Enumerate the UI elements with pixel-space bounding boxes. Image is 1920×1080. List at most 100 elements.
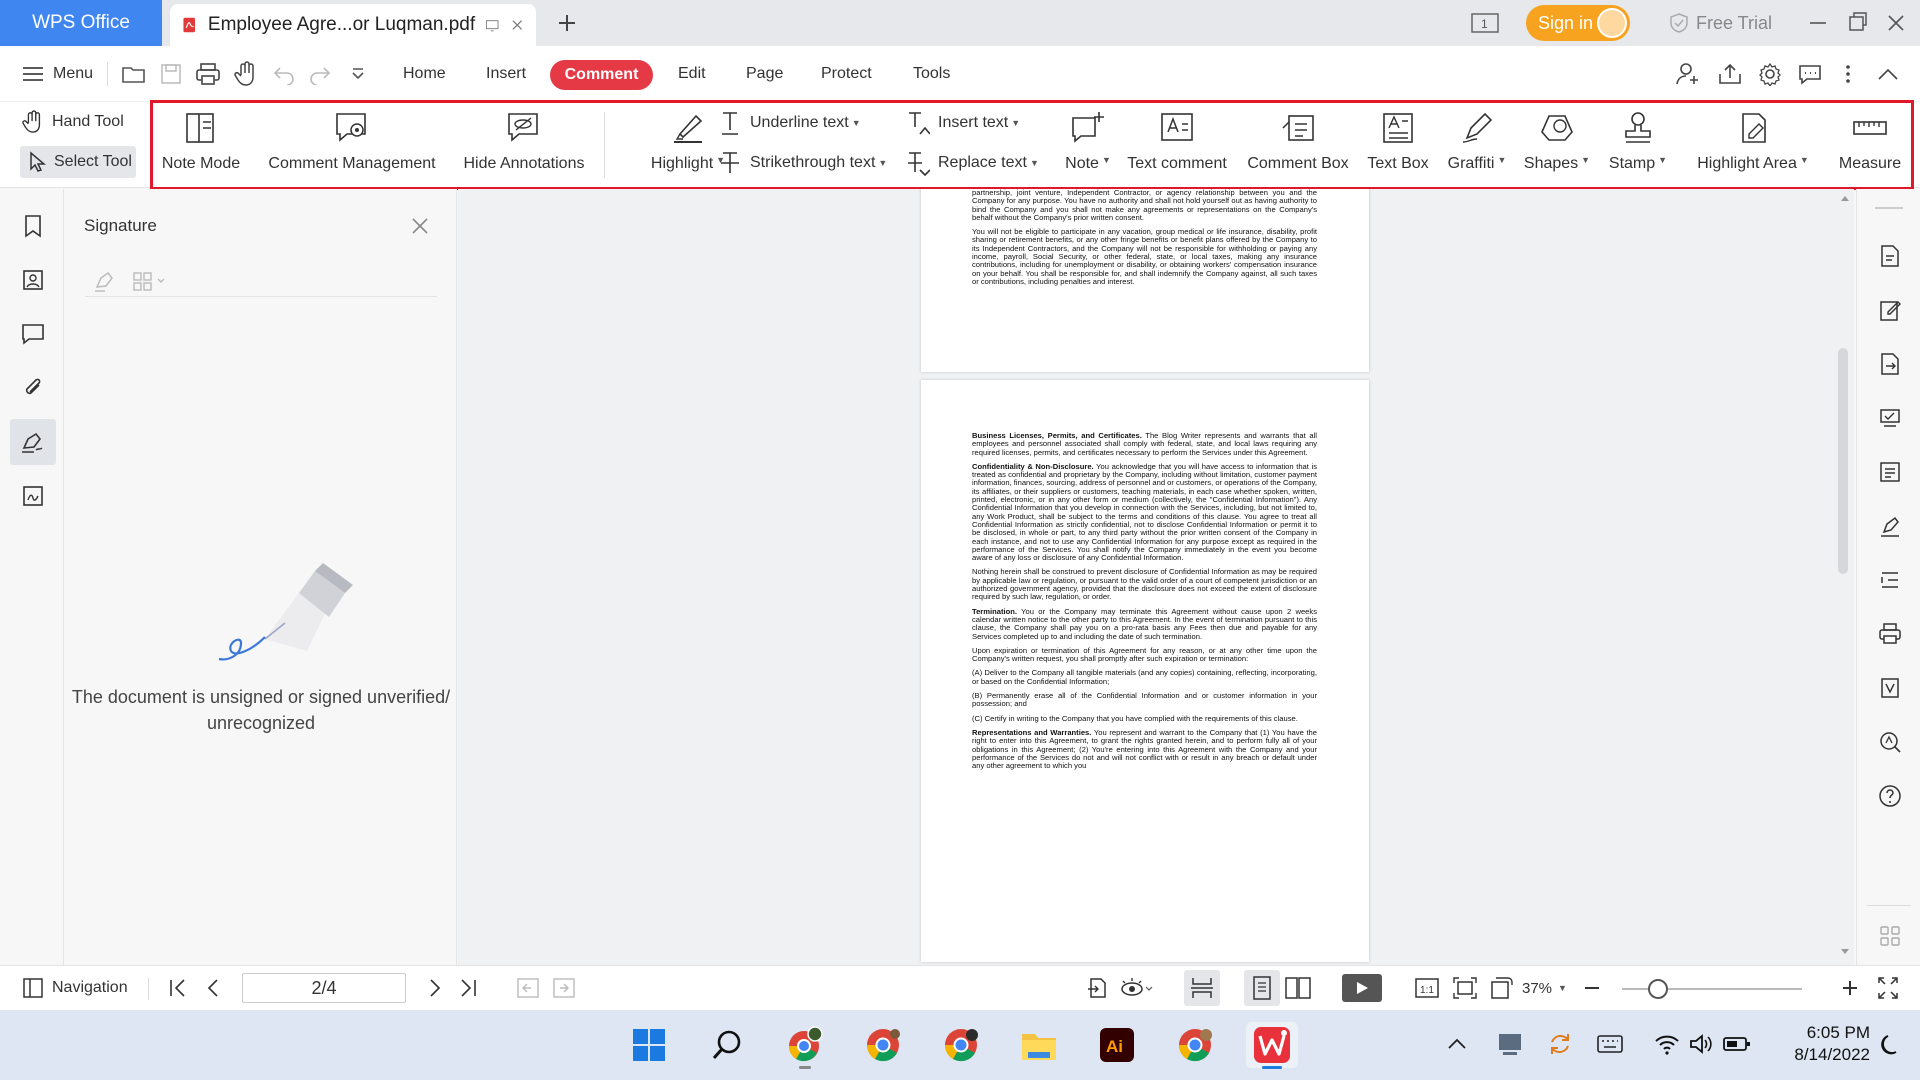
text-comment-button[interactable]: Text comment	[1124, 107, 1230, 173]
edit-document-icon[interactable]	[1875, 295, 1905, 325]
next-page-icon[interactable]	[422, 974, 446, 1002]
insert-text-button[interactable]: Insert text ▼	[906, 110, 1020, 136]
stamp-button[interactable]: Stamp ▼	[1604, 107, 1672, 173]
close-window-icon[interactable]	[1884, 0, 1908, 46]
wifi-icon[interactable]	[1654, 1032, 1680, 1056]
share-user-icon[interactable]	[1674, 60, 1702, 88]
document-properties-icon[interactable]	[1875, 241, 1905, 271]
strikethrough-text-button[interactable]: Strikethrough text ▼	[718, 150, 887, 176]
page-count-indicator[interactable]: 1	[1470, 0, 1502, 46]
new-tab-plus-icon[interactable]	[552, 8, 582, 38]
volume-icon[interactable]	[1688, 1032, 1714, 1056]
chrome-profile-icon[interactable]	[782, 1022, 828, 1068]
text-box-button[interactable]: Text Box	[1366, 107, 1430, 173]
signature-panel-icon[interactable]	[10, 419, 56, 465]
signature-verify-icon[interactable]	[10, 473, 56, 519]
file-explorer-icon[interactable]	[1016, 1022, 1062, 1068]
comment-bubble-icon[interactable]	[1796, 60, 1824, 88]
sync-icon[interactable]	[1546, 1030, 1574, 1058]
zoom-out-icon[interactable]	[1582, 974, 1602, 1002]
thumbnail-image-icon[interactable]	[10, 257, 56, 303]
underline-text-button[interactable]: Underline text ▼	[718, 110, 861, 136]
print-icon[interactable]	[194, 60, 222, 88]
hand-tool-button[interactable]: Hand Tool	[22, 108, 124, 136]
highlight-button[interactable]: Highlight ▼	[648, 107, 728, 173]
undo-icon[interactable]	[270, 60, 298, 88]
play-slideshow-button[interactable]	[1342, 974, 1382, 1002]
continuous-scroll-button[interactable]	[1184, 970, 1220, 1006]
last-page-icon[interactable]	[456, 974, 480, 1002]
print-side-icon[interactable]	[1875, 619, 1905, 649]
chrome-profile-2-icon[interactable]	[938, 1022, 984, 1068]
comment-management-button[interactable]: Comment Management	[266, 107, 438, 173]
scrollbar-thumb[interactable]	[1838, 348, 1848, 574]
sign-pen-icon[interactable]	[1875, 511, 1905, 541]
rotate-page-icon[interactable]	[1488, 974, 1514, 1002]
comment-box-button[interactable]: Comment Box	[1244, 107, 1352, 173]
chrome-icon[interactable]	[860, 1022, 906, 1068]
extract-page-icon[interactable]	[1086, 974, 1110, 1002]
search-icon[interactable]	[704, 1022, 750, 1068]
zoom-in-icon[interactable]	[1840, 974, 1860, 1002]
back-view-icon[interactable]	[516, 974, 540, 1002]
tab-comment[interactable]: Comment	[550, 60, 653, 90]
sign-in-button[interactable]: Sign in	[1526, 5, 1630, 41]
checklist-icon[interactable]	[1875, 403, 1905, 433]
battery-icon[interactable]	[1722, 1032, 1752, 1056]
previous-page-icon[interactable]	[202, 974, 226, 1002]
fit-page-icon[interactable]	[1452, 974, 1478, 1002]
highlight-area-button[interactable]: Highlight Area ▼	[1690, 107, 1816, 173]
book-translate-icon[interactable]	[1875, 673, 1905, 703]
first-page-icon[interactable]	[166, 974, 190, 1002]
export-icon[interactable]	[1716, 60, 1744, 88]
minimize-icon[interactable]	[1806, 0, 1830, 46]
settings-gear-icon[interactable]	[1756, 60, 1784, 88]
tab-home[interactable]: Home	[403, 60, 446, 88]
hide-annotations-button[interactable]: Hide Annotations	[460, 107, 588, 173]
page-number-input[interactable]: 2/4	[242, 973, 406, 1003]
two-page-view-icon[interactable]	[1284, 974, 1312, 1002]
graffiti-button[interactable]: Graffiti ▼	[1442, 107, 1512, 173]
do-not-disturb-moon-icon[interactable]	[1878, 1032, 1904, 1058]
close-tab-icon[interactable]	[510, 15, 524, 35]
wps-office-taskbar-icon[interactable]	[1246, 1022, 1298, 1068]
form-field-icon[interactable]	[1875, 457, 1905, 487]
windows-start-icon[interactable]	[626, 1022, 672, 1068]
more-options-icon[interactable]	[1834, 60, 1862, 88]
apps-grid-icon[interactable]	[1875, 921, 1905, 951]
zoom-slider-knob[interactable]	[1648, 979, 1668, 999]
customize-chevron-icon[interactable]	[344, 60, 372, 88]
outline-list-icon[interactable]	[1875, 565, 1905, 595]
tab-protect[interactable]: Protect	[821, 60, 872, 88]
note-button[interactable]: Note ▼	[1058, 107, 1118, 173]
show-hidden-icons-chevron-icon[interactable]	[1446, 1034, 1468, 1054]
navigation-toggle[interactable]: Navigation	[22, 974, 128, 1002]
tab-tools[interactable]: Tools	[913, 60, 950, 88]
menu-button[interactable]: Menu	[22, 60, 93, 88]
comments-panel-icon[interactable]	[10, 311, 56, 357]
replace-text-button[interactable]: Replace text ▼	[906, 150, 1039, 176]
select-tool-button[interactable]: Select Tool	[20, 146, 136, 178]
bookmark-icon[interactable]	[10, 203, 56, 249]
scroll-up-arrow-icon[interactable]	[1839, 193, 1851, 203]
scroll-down-arrow-icon[interactable]	[1839, 947, 1851, 957]
chrome-profile-3-icon[interactable]	[1172, 1022, 1218, 1068]
measure-button[interactable]: Measure	[1834, 107, 1906, 173]
help-question-icon[interactable]	[1875, 781, 1905, 811]
close-panel-icon[interactable]	[409, 215, 431, 237]
open-folder-icon[interactable]	[120, 60, 148, 88]
adobe-illustrator-icon[interactable]: Ai	[1094, 1022, 1140, 1068]
redo-icon[interactable]	[306, 60, 334, 88]
document-tab[interactable]: Employee Agre...or Luqman.pdf	[170, 4, 536, 46]
eye-protection-icon[interactable]	[1118, 974, 1154, 1002]
single-page-view-button[interactable]	[1244, 970, 1280, 1006]
save-icon[interactable]	[157, 60, 185, 88]
search-document-icon[interactable]	[1875, 727, 1905, 757]
zoom-level-dropdown[interactable]: 37% ▼	[1522, 974, 1567, 1002]
restore-icon[interactable]	[1846, 0, 1870, 46]
actual-size-icon[interactable]: 1:1	[1414, 974, 1440, 1002]
keyboard-icon[interactable]	[1596, 1032, 1624, 1056]
forward-view-icon[interactable]	[552, 974, 576, 1002]
wps-office-tab[interactable]: WPS Office	[0, 0, 162, 46]
free-trial-button[interactable]: Free Trial	[1668, 10, 1772, 36]
